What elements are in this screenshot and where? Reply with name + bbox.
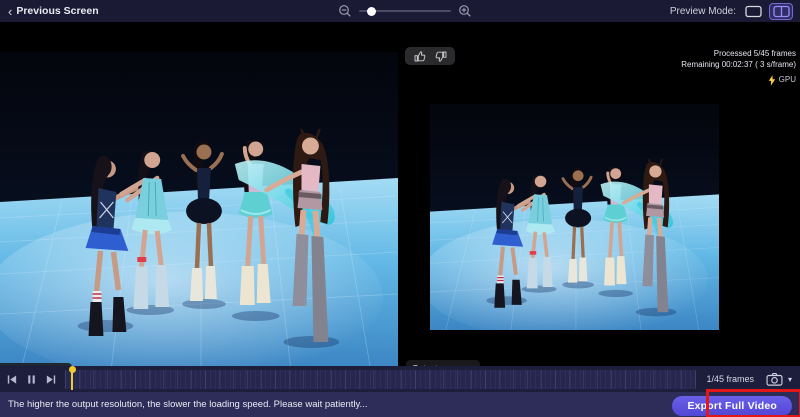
previous-frame-icon	[6, 373, 19, 386]
camera-icon	[766, 372, 783, 386]
split-screen-mode-button[interactable]	[770, 4, 792, 19]
export-full-video-button[interactable]: Export Full Video	[672, 396, 792, 416]
zoom-in-icon[interactable]	[458, 4, 472, 18]
timeline-bar: 1/45 frames ▾	[0, 366, 800, 392]
processed-frames-text: Processed 5/45 frames	[681, 49, 796, 60]
single-screen-icon	[745, 5, 762, 18]
output-video-panel[interactable]	[430, 104, 719, 330]
pause-button[interactable]	[25, 373, 38, 386]
snapshot-options-caret[interactable]: ▾	[788, 375, 792, 384]
pause-icon	[25, 373, 38, 386]
feedback-pill	[405, 47, 455, 65]
frame-timeline-ruler[interactable]	[65, 370, 696, 389]
gpu-label: GPU	[779, 75, 796, 86]
remaining-time-text: Remaining 00:02:37 ( 3 s/frame)	[681, 60, 796, 71]
preview-canvas: Processed 5/45 frames Remaining 00:02:37…	[0, 22, 800, 366]
canvas-zoom-slider	[338, 0, 472, 22]
original-video-panel[interactable]	[0, 52, 398, 367]
thumbs-up-icon	[413, 50, 426, 63]
next-frame-button[interactable]	[44, 373, 57, 386]
frame-counter: 1/45 frames	[706, 374, 754, 384]
zoom-slider-track[interactable]	[359, 10, 451, 12]
preview-mode-label: Preview Mode:	[670, 6, 736, 17]
timeline-playhead[interactable]	[67, 367, 77, 392]
snapshot-button[interactable]	[766, 372, 783, 386]
transport-controls	[6, 373, 57, 386]
thumbs-up-button[interactable]	[413, 50, 426, 63]
processing-status: Processed 5/45 frames Remaining 00:02:37…	[681, 49, 796, 86]
previous-frame-button[interactable]	[6, 373, 19, 386]
footer-status-bar: The higher the output resolution, the sl…	[0, 392, 800, 417]
split-screen-icon	[773, 5, 790, 18]
top-toolbar: ‹ Previous Screen	[0, 0, 800, 22]
lightning-bolt-icon	[768, 75, 776, 86]
previous-screen-button[interactable]: ‹ Previous Screen	[8, 5, 99, 18]
single-screen-mode-button[interactable]	[742, 4, 764, 19]
chevron-left-icon: ‹	[8, 5, 12, 18]
status-message: The higher the output resolution, the sl…	[8, 399, 367, 410]
preview-mode-group: Preview Mode:	[670, 4, 792, 19]
zoom-slider-thumb[interactable]	[367, 7, 376, 16]
video-enhancer-preview-window: ‹ Previous Screen	[0, 0, 800, 417]
next-frame-icon	[44, 373, 57, 386]
previous-screen-label: Previous Screen	[16, 5, 98, 17]
thumbs-down-icon	[435, 50, 448, 63]
thumbs-down-button[interactable]	[435, 50, 448, 63]
zoom-out-icon[interactable]	[338, 4, 352, 18]
